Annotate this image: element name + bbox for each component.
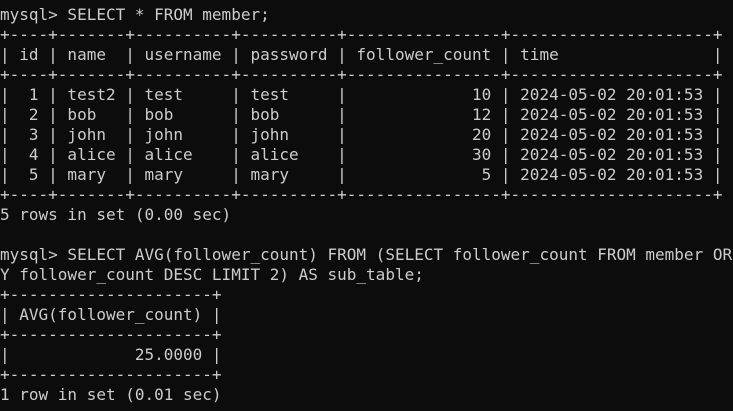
table-row: | 4 | alice | alice | alice | 30 | 2024-…	[0, 145, 723, 164]
terminal-window[interactable]: mysql> SELECT * FROM member; +----+-----…	[0, 0, 733, 411]
avg-table-header-divider: +---------------------+	[0, 325, 222, 344]
table-row: | 1 | test2 | test | test | 10 | 2024-05…	[0, 85, 723, 104]
table-border-bottom: +----+-------+----------+----------+----…	[0, 185, 723, 204]
table-border-top: +----+-------+----------+----------+----…	[0, 25, 723, 44]
table-row: | 3 | john | john | john | 20 | 2024-05-…	[0, 125, 723, 144]
result-summary-2: 1 row in set (0.01 sec)	[0, 385, 222, 404]
avg-table-row: | 25.0000 |	[0, 345, 222, 364]
result-summary: 5 rows in set (0.00 sec)	[0, 205, 232, 224]
avg-table-border-top: +---------------------+	[0, 285, 222, 304]
avg-table-border-bottom: +---------------------+	[0, 365, 222, 384]
command-line-1: mysql> SELECT * FROM member;	[0, 5, 270, 24]
avg-table-header: | AVG(follower_count) |	[0, 305, 222, 324]
table-header-row: | id | name | username | password | foll…	[0, 45, 723, 64]
table-header-divider: +----+-------+----------+----------+----…	[0, 65, 723, 84]
command-line-2-continuation: Y follower_count DESC LIMIT 2) AS sub_ta…	[0, 265, 424, 284]
table-row: | 5 | mary | mary | mary | 5 | 2024-05-0…	[0, 165, 723, 184]
table-row: | 2 | bob | bob | bob | 12 | 2024-05-02 …	[0, 105, 723, 124]
command-line-2: mysql> SELECT AVG(follower_count) FROM (…	[0, 245, 733, 264]
